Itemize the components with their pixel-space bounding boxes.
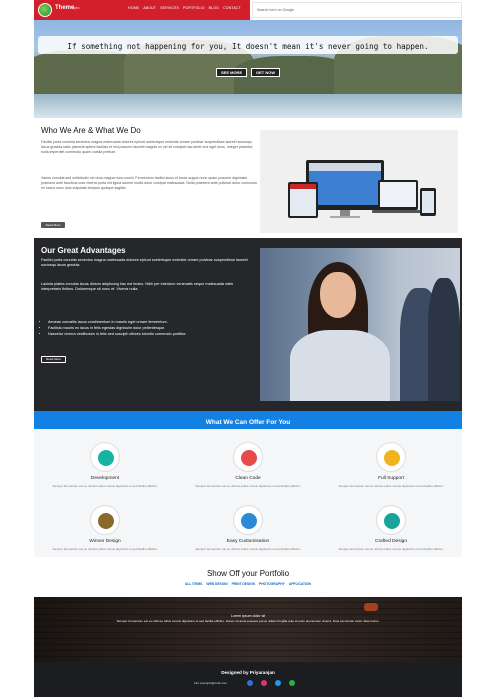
service-title: Development bbox=[90, 476, 120, 481]
trophy-icon bbox=[98, 513, 114, 529]
advantages-section: Our Great Advantages Facilisi porta conu… bbox=[34, 238, 462, 411]
portfolio-filters: ALL ITEMS WEB DESIGN PRINT DESIGN PHOTOG… bbox=[185, 582, 311, 586]
brand-name[interactable]: Themepro bbox=[55, 5, 79, 11]
background-person bbox=[428, 278, 460, 401]
water-shape bbox=[34, 94, 462, 118]
service-icon-circle bbox=[376, 442, 406, 472]
nav-item-about[interactable]: ABOUT bbox=[143, 6, 156, 10]
nav-item-home[interactable]: HOME bbox=[128, 6, 139, 10]
filter-print-design[interactable]: PRINT DESIGN bbox=[232, 582, 255, 586]
feather-icon bbox=[241, 450, 257, 466]
testimonial-section: Lorem ipsum dolor sit Semper fermentum e… bbox=[34, 597, 462, 662]
footer-email[interactable]: info.example@mail.com bbox=[194, 681, 227, 685]
monitor-icon bbox=[98, 450, 114, 466]
hero-quote: If something not happening for you, It d… bbox=[38, 36, 458, 54]
search-placeholder: Search here on Google bbox=[257, 8, 295, 12]
whatsapp-icon[interactable] bbox=[289, 680, 295, 686]
testimonial-heading: Lorem ipsum dolor sit bbox=[230, 614, 266, 618]
who-paragraph-2: Varius conubia sed sollicitudin vel urna… bbox=[41, 176, 257, 190]
section-title: Our Great Advantages bbox=[41, 246, 126, 255]
filter-all-items[interactable]: ALL ITEMS bbox=[185, 582, 202, 586]
get-now-button[interactable]: GET NOW bbox=[251, 68, 281, 77]
nav-item-contact[interactable]: CONTACT bbox=[223, 6, 241, 10]
service-title: Easy Customisation bbox=[226, 539, 270, 544]
twitter-icon[interactable] bbox=[275, 680, 281, 686]
section-title: What We Can Offer For You bbox=[205, 419, 291, 426]
service-description: Semper fermentum est eu ultrices tellus … bbox=[52, 484, 158, 488]
service-title: Crafted Design bbox=[375, 539, 407, 544]
brand-bar: Themepro HOME ABOUT SERVICES PORTFOLIO B… bbox=[34, 0, 250, 20]
services-section: Development Semper fermentum est eu ultr… bbox=[34, 429, 462, 557]
service-description: Semper fermentum est eu ultrices tellus … bbox=[338, 484, 444, 488]
section-title: Who We Are & What We Do bbox=[41, 126, 141, 135]
service-description: Semper fermentum est eu ultrices tellus … bbox=[195, 547, 301, 551]
filter-application[interactable]: APPLICATION bbox=[289, 582, 311, 586]
nav-item-portfolio[interactable]: PORTFOLIO bbox=[183, 6, 205, 10]
page: Themepro HOME ABOUT SERVICES PORTFOLIO B… bbox=[34, 0, 462, 697]
service-title: Winner Design bbox=[89, 539, 121, 544]
devices-image bbox=[260, 130, 458, 233]
devices-illustration bbox=[288, 160, 436, 218]
who-we-are-section: Who We Are & What We Do Facilisi porta c… bbox=[34, 118, 462, 238]
service-title: Clean Code bbox=[235, 476, 261, 481]
filter-photography[interactable]: PHOTOGRAPHY bbox=[259, 582, 285, 586]
section-title: Show Off your Portfolio bbox=[206, 569, 290, 578]
service-description: Semper fermentum est eu ultrices tellus … bbox=[195, 484, 301, 488]
search-input[interactable]: Search here on Google bbox=[252, 2, 462, 18]
gear-icon bbox=[241, 513, 257, 529]
service-description: Semper fermentum est eu ultrices tellus … bbox=[338, 547, 444, 551]
service-description: Semper fermentum est eu ultrices tellus … bbox=[52, 547, 158, 551]
service-icon-circle bbox=[376, 505, 406, 535]
offer-banner: What We Can Offer For You bbox=[34, 411, 462, 429]
read-more-button[interactable]: Read More bbox=[41, 356, 66, 363]
read-more-button[interactable]: Read More bbox=[41, 222, 65, 228]
service-icon-circle bbox=[90, 442, 120, 472]
portfolio-section: Show Off your Portfolio ALL ITEMS WEB DE… bbox=[34, 557, 462, 597]
who-paragraph-1: Facilisi porta conubia senectus magna ma… bbox=[41, 140, 253, 154]
site-header: Themepro HOME ABOUT SERVICES PORTFOLIO B… bbox=[34, 0, 462, 20]
advantages-paragraph-2: Lacinia platea conubia lacus dictum adip… bbox=[41, 282, 234, 292]
hero-banner: If something not happening for you, It d… bbox=[34, 20, 462, 118]
designed-by: Designed by Priyaranjan bbox=[221, 670, 275, 675]
list-item: Nascetur viverra vestibulum in felis sed… bbox=[48, 332, 248, 338]
nav-item-services[interactable]: SERVICES bbox=[160, 6, 179, 10]
instagram-icon[interactable] bbox=[261, 680, 267, 686]
service-icon-circle bbox=[90, 505, 120, 535]
power-icon bbox=[384, 513, 400, 529]
service-title: Full Support bbox=[378, 476, 404, 481]
testimonial-text: Semper fermentum est eu ultrices tellus … bbox=[116, 619, 380, 623]
advantages-list: Aenean convallis lacus condimentum in ma… bbox=[48, 320, 248, 337]
photo-shape bbox=[320, 272, 356, 318]
main-nav: HOME ABOUT SERVICES PORTFOLIO BLOG CONTA… bbox=[128, 6, 241, 10]
see-more-button[interactable]: SEE MORE bbox=[216, 68, 248, 77]
site-footer: Designed by Priyaranjan info.example@mai… bbox=[34, 662, 462, 697]
service-icon-circle bbox=[233, 442, 263, 472]
business-woman-photo bbox=[260, 248, 460, 401]
advantages-paragraph-1: Facilisi porta conubia senectus magna ma… bbox=[41, 258, 248, 268]
key-icon bbox=[384, 450, 400, 466]
service-icon-circle bbox=[233, 505, 263, 535]
facebook-icon[interactable] bbox=[247, 680, 253, 686]
photo-shape bbox=[290, 330, 390, 401]
logo-icon[interactable] bbox=[38, 3, 52, 17]
filter-web-design[interactable]: WEB DESIGN bbox=[206, 582, 227, 586]
overlay bbox=[34, 597, 462, 662]
nav-item-blog[interactable]: BLOG bbox=[209, 6, 219, 10]
